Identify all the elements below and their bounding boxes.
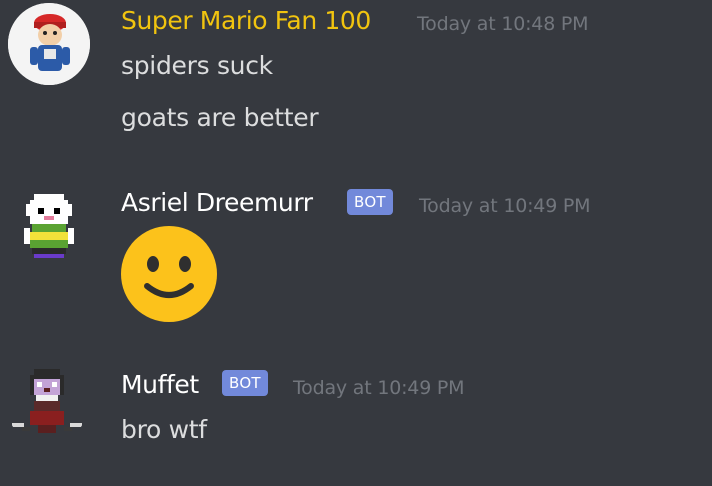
user-avatar[interactable] xyxy=(8,184,90,266)
message-text: goats are better xyxy=(121,103,319,132)
message-text: bro wtf xyxy=(121,415,207,444)
muffet-sprite-avatar-icon xyxy=(12,369,82,433)
message-timestamp[interactable]: Today at 10:49 PM xyxy=(419,194,591,218)
slightly-smiling-face-emoji-icon[interactable] xyxy=(121,226,217,322)
message-author[interactable]: Super Mario Fan 100 xyxy=(121,6,371,36)
chat-message-list: Super Mario Fan 100 Today at 10:48 PM sp… xyxy=(0,0,712,486)
user-avatar[interactable] xyxy=(8,3,90,85)
asriel-sprite-avatar-icon xyxy=(24,194,74,258)
user-avatar[interactable] xyxy=(6,363,88,445)
message-author[interactable]: Asriel Dreemurr xyxy=(121,188,313,218)
message-author[interactable]: Muffet xyxy=(121,370,199,400)
message-timestamp[interactable]: Today at 10:49 PM xyxy=(293,376,465,400)
message-timestamp[interactable]: Today at 10:48 PM xyxy=(417,12,589,36)
message-text: spiders suck xyxy=(121,51,273,80)
bot-badge: BOT xyxy=(347,189,393,215)
bot-badge: BOT xyxy=(222,370,268,396)
cartoon-character-avatar-icon xyxy=(8,3,90,85)
